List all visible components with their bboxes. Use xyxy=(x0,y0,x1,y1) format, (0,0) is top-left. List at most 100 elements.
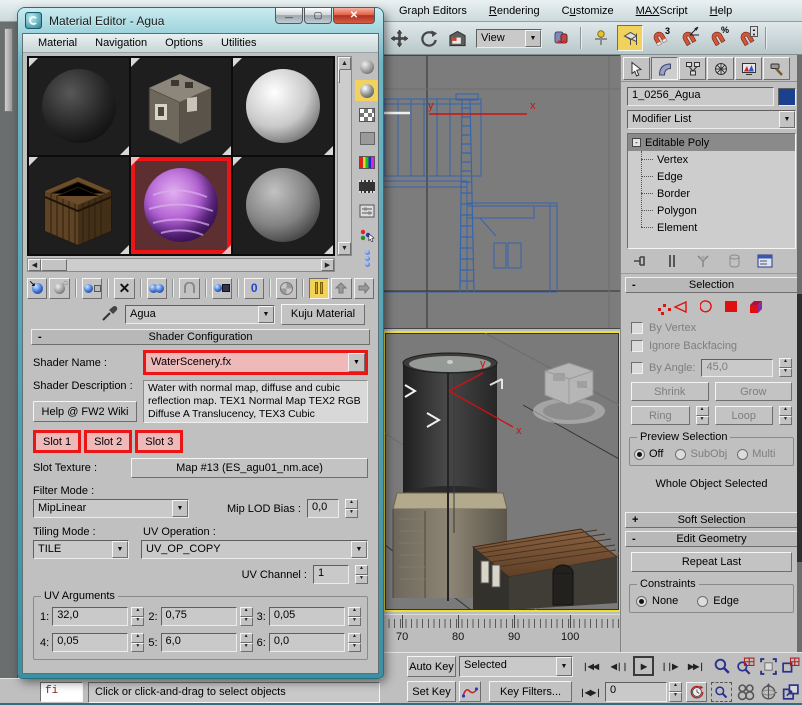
by-vertex-checkbox[interactable] xyxy=(631,322,643,334)
slot2-tab[interactable]: Slot 2 xyxy=(84,430,132,453)
pick-material-eyedropper-icon[interactable] xyxy=(101,304,119,325)
maxscript-mini-listener[interactable]: fi xyxy=(40,682,83,702)
percent-snap-icon[interactable]: % xyxy=(704,25,730,51)
tab-display[interactable] xyxy=(735,57,762,80)
stack-item-polygon[interactable]: Polygon xyxy=(628,202,795,219)
loop-spinner[interactable] xyxy=(779,406,792,425)
close-button[interactable] xyxy=(333,8,375,24)
maximize-button[interactable] xyxy=(304,8,332,24)
chevron-down-icon[interactable] xyxy=(525,30,541,47)
sample-uv-tiling-icon[interactable] xyxy=(355,128,379,149)
chevron-down-icon[interactable] xyxy=(348,353,365,372)
sample-type-icon[interactable] xyxy=(355,56,379,77)
keyboard-shortcut-override-icon[interactable] xyxy=(617,25,643,51)
auto-key-button[interactable]: Auto Key xyxy=(407,656,456,677)
ring-spinner[interactable] xyxy=(696,406,709,425)
menu-material[interactable]: Material xyxy=(29,37,86,49)
zoom-extents-all-icon[interactable] xyxy=(781,657,800,679)
assign-material-to-selection-icon[interactable] xyxy=(82,278,102,299)
reset-map-icon[interactable]: ✕ xyxy=(114,278,134,299)
material-map-navigator-icon[interactable] xyxy=(355,248,379,269)
constraints-edge-radio[interactable] xyxy=(697,596,708,607)
menu-graph-editors[interactable]: Graph Editors xyxy=(388,0,478,22)
chevron-down-icon[interactable] xyxy=(112,541,128,558)
polygon-icon[interactable] xyxy=(725,301,737,315)
uv-arg2-field[interactable]: 0,75 xyxy=(161,607,237,626)
make-preview-icon[interactable] xyxy=(355,176,379,197)
show-map-in-viewport-icon[interactable] xyxy=(276,278,296,299)
backlight-icon[interactable] xyxy=(355,80,379,101)
sample-slot-agua-selected[interactable] xyxy=(131,157,231,254)
uv-arg3-spinner[interactable] xyxy=(348,607,361,626)
go-to-end-icon[interactable]: ▶▶❘ xyxy=(685,658,707,675)
preview-multi-radio[interactable] xyxy=(737,449,748,460)
modifier-stack[interactable]: -Editable Poly Vertex Edge Border Polygo… xyxy=(627,133,796,249)
uv-channel-field[interactable]: 1 xyxy=(313,565,349,584)
make-unique-icon[interactable] xyxy=(691,252,715,270)
modifier-list-dropdown[interactable]: Modifier List xyxy=(627,110,796,129)
uv-arg4-spinner[interactable] xyxy=(131,633,144,652)
menu-help[interactable]: Help xyxy=(699,0,744,22)
chevron-down-icon[interactable] xyxy=(779,111,795,128)
ignore-backfacing-checkbox[interactable] xyxy=(631,340,643,352)
slots-horizontal-scrollbar[interactable]: ◀ ▶ xyxy=(27,258,335,272)
left-scrollbar[interactable] xyxy=(4,28,13,112)
go-to-parent-icon[interactable] xyxy=(331,278,351,299)
zoom-all-icon[interactable] xyxy=(736,657,755,679)
reference-coordinate-dropdown[interactable]: View xyxy=(476,29,542,48)
make-unique-icon[interactable] xyxy=(179,278,199,299)
stack-item-border[interactable]: Border xyxy=(628,185,795,202)
region-zoom-icon[interactable] xyxy=(711,682,732,702)
time-configuration-icon[interactable] xyxy=(686,682,707,702)
scroll-left-icon[interactable]: ◀ xyxy=(28,259,41,271)
help-fw2-wiki-button[interactable]: Help @ FW2 Wiki xyxy=(33,401,137,422)
shader-name-dropdown[interactable]: WaterScenery.fx xyxy=(143,350,368,375)
background-icon[interactable] xyxy=(355,104,379,125)
sample-slot-crate-cube[interactable] xyxy=(29,157,129,254)
frame-spinner[interactable] xyxy=(669,682,682,702)
menu-maxscript[interactable]: MAXScript xyxy=(625,0,699,22)
minimize-button[interactable] xyxy=(275,8,303,24)
select-and-manipulate-icon[interactable] xyxy=(588,25,614,51)
slot-texture-button[interactable]: Map #13 (ES_agu01_nm.ace) xyxy=(131,458,368,478)
select-and-rotate-icon[interactable] xyxy=(415,25,441,51)
zoom-icon[interactable] xyxy=(713,657,732,679)
chevron-down-icon[interactable] xyxy=(258,306,274,323)
previous-frame-icon[interactable]: ◀❘❘ xyxy=(609,658,629,675)
soft-selection-rollout-header[interactable]: +Soft Selection xyxy=(625,512,798,528)
put-to-library-icon[interactable] xyxy=(212,278,232,299)
mip-lod-bias-field[interactable]: 0,0 xyxy=(307,499,339,518)
command-panel-scrollbar[interactable] xyxy=(797,55,802,652)
angle-field[interactable]: 45,0 xyxy=(701,359,773,377)
stack-item-editable-poly[interactable]: -Editable Poly xyxy=(628,134,795,151)
show-end-result-icon[interactable] xyxy=(309,278,329,299)
object-name-field[interactable]: 1_0256_Agua xyxy=(627,87,774,106)
tab-hierarchy[interactable] xyxy=(679,57,706,80)
uv-arg4-field[interactable]: 0,05 xyxy=(52,633,128,652)
slot1-tab[interactable]: Slot 1 xyxy=(33,430,81,453)
sample-slot-gray-sphere[interactable] xyxy=(233,157,333,254)
selection-rollout-header[interactable]: -Selection xyxy=(625,277,798,293)
chevron-down-icon[interactable] xyxy=(351,541,367,558)
collapse-icon[interactable]: - xyxy=(632,138,641,147)
material-name-dropdown[interactable]: Agua xyxy=(125,305,275,324)
by-angle-checkbox[interactable] xyxy=(631,362,643,374)
pan-view-icon[interactable] xyxy=(736,683,755,705)
uv-arg6-spinner[interactable] xyxy=(348,633,361,652)
go-forward-to-sibling-icon[interactable] xyxy=(354,278,374,299)
dialog-titlebar[interactable]: Material Editor - Agua xyxy=(18,8,383,33)
material-id-channel-icon[interactable]: 0 xyxy=(244,278,264,299)
key-mode-toggle-icon[interactable]: ❘◀▶❘ xyxy=(579,684,601,701)
make-material-copy-icon[interactable] xyxy=(147,278,167,299)
select-and-move-icon[interactable] xyxy=(386,25,412,51)
use-center-icon[interactable] xyxy=(548,25,574,51)
material-editor-dialog[interactable]: Material Editor - Agua Material Navigati… xyxy=(18,8,383,678)
stack-item-edge[interactable]: Edge xyxy=(628,168,795,185)
chevron-down-icon[interactable] xyxy=(556,657,572,676)
uv-channel-spinner[interactable] xyxy=(355,565,368,584)
uv-arg2-spinner[interactable] xyxy=(240,607,253,626)
viewport-perspective-active[interactable]: y x xyxy=(383,331,621,612)
video-color-check-icon[interactable] xyxy=(355,152,379,173)
chevron-down-icon[interactable] xyxy=(172,500,188,517)
default-tangents-icon[interactable] xyxy=(459,681,481,702)
